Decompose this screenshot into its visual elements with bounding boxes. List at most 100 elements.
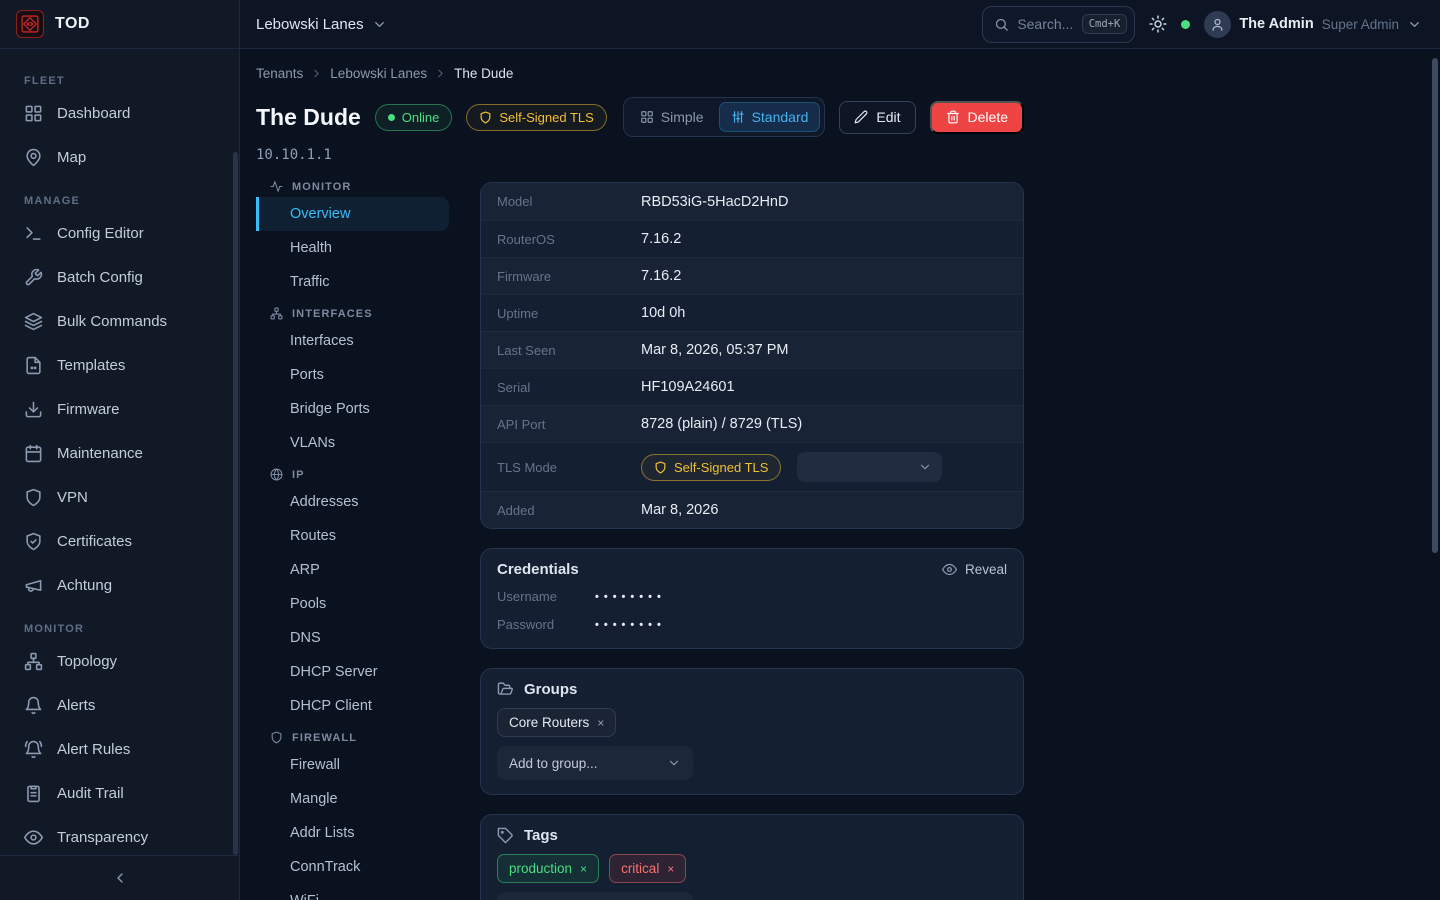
group-chips: Core Routers × xyxy=(497,708,1007,737)
subnav-item-dns[interactable]: DNS xyxy=(256,621,449,655)
subnav-item-interfaces[interactable]: Interfaces xyxy=(256,324,449,358)
bell-ring-icon xyxy=(24,740,43,759)
subnav-item-conntrack[interactable]: ConnTrack xyxy=(256,850,449,884)
eye-icon xyxy=(24,828,43,847)
calendar-icon xyxy=(24,444,43,463)
breadcrumb-tenants[interactable]: Tenants xyxy=(256,66,303,81)
delete-button[interactable]: Delete xyxy=(930,101,1024,134)
user-role: Super Admin xyxy=(1322,17,1399,32)
masked-username: •••••••• xyxy=(595,591,666,603)
subnav-item-pools[interactable]: Pools xyxy=(256,587,449,621)
subnav-item-vlans[interactable]: VLANs xyxy=(256,426,449,460)
credentials-card: Credentials Reveal Username •••••••• xyxy=(480,548,1024,649)
subnav-item-arp[interactable]: ARP xyxy=(256,553,449,587)
subnav-item-addresses[interactable]: Addresses xyxy=(256,485,449,519)
view-standard-label: Standard xyxy=(752,109,809,125)
trash-icon xyxy=(946,110,960,124)
sidebar-collapse-button[interactable] xyxy=(0,855,239,900)
tls-badge-label: Self-Signed TLS xyxy=(499,110,593,125)
sidebar-item-transparency[interactable]: Transparency xyxy=(12,815,227,855)
tag-chip-critical: critical × xyxy=(609,854,686,883)
view-toggle: Simple Standard xyxy=(623,97,826,137)
folder-icon xyxy=(497,681,514,698)
detail-row-last-seen: Last Seen Mar 8, 2026, 05:37 PM xyxy=(481,331,1023,368)
user-menu[interactable]: The Admin Super Admin xyxy=(1204,11,1422,38)
sidebar-item-bulk-commands[interactable]: Bulk Commands xyxy=(12,299,227,343)
online-dot-icon xyxy=(388,114,395,121)
sidebar-scrollbar[interactable] xyxy=(233,152,238,855)
subnav-item-ports[interactable]: Ports xyxy=(256,358,449,392)
reveal-button[interactable]: Reveal xyxy=(942,562,1007,577)
sidebar-item-batch-config[interactable]: Batch Config xyxy=(12,255,227,299)
sidebar-item-maintenance[interactable]: Maintenance xyxy=(12,431,227,475)
detail-row-api-port: API Port 8728 (plain) / 8729 (TLS) xyxy=(481,405,1023,442)
sidebar-item-label: Certificates xyxy=(57,533,132,550)
theme-toggle-button[interactable] xyxy=(1149,15,1167,33)
sidebar-item-label: Maintenance xyxy=(57,445,143,462)
sidebar-item-vpn[interactable]: VPN xyxy=(12,475,227,519)
sidebar-item-templates[interactable]: Templates xyxy=(12,343,227,387)
view-standard-button[interactable]: Standard xyxy=(719,102,821,132)
sidebar-item-label: Topology xyxy=(57,653,117,670)
subnav-item-health[interactable]: Health xyxy=(256,231,449,265)
sidebar-item-achtung[interactable]: Achtung xyxy=(12,563,227,607)
tls-mode-badge: Self-Signed TLS xyxy=(641,454,781,481)
search-input[interactable]: Search... Cmd+K xyxy=(982,6,1135,43)
sidebar-item-config-editor[interactable]: Config Editor xyxy=(12,211,227,255)
subnav-item-dhcp-client[interactable]: DHCP Client xyxy=(256,689,449,723)
page-header: The Dude Online Self-Signed TLS Si xyxy=(256,97,1024,137)
sidebar-item-alert-rules[interactable]: Alert Rules xyxy=(12,727,227,771)
subnav-item-mangle[interactable]: Mangle xyxy=(256,782,449,816)
status-badge: Online xyxy=(375,104,453,131)
tags-header: Tags xyxy=(497,827,1007,844)
sidebar-item-certificates[interactable]: Certificates xyxy=(12,519,227,563)
add-tag-select[interactable]: Add tag... xyxy=(497,892,693,900)
bell-icon xyxy=(24,696,43,715)
shield-icon xyxy=(654,461,667,474)
subnav-item-wifi[interactable]: WiFi xyxy=(256,884,449,900)
view-simple-button[interactable]: Simple xyxy=(628,102,716,132)
sidebar-nav: FLEET Dashboard Map MANAGE Config Editor xyxy=(0,49,239,855)
subnav-item-addr-lists[interactable]: Addr Lists xyxy=(256,816,449,850)
sidebar-section-monitor: MONITOR xyxy=(24,623,215,635)
page-content: Tenants Lebowski Lanes The Dude The Dude… xyxy=(240,49,1440,900)
connection-status-dot xyxy=(1181,20,1190,29)
group-chip: Core Routers × xyxy=(497,708,616,737)
tenant-name: Lebowski Lanes xyxy=(256,16,364,33)
remove-tag-icon[interactable]: × xyxy=(580,862,587,876)
detail-row-uptime: Uptime 10d 0h xyxy=(481,294,1023,331)
tag-icon xyxy=(497,827,514,844)
sidebar-item-audit-trail[interactable]: Audit Trail xyxy=(12,771,227,815)
sidebar-item-label: Achtung xyxy=(57,577,112,594)
download-icon xyxy=(24,400,43,419)
search-shortcut-badge: Cmd+K xyxy=(1082,14,1128,34)
add-group-select[interactable]: Add to group... xyxy=(497,746,693,780)
avatar xyxy=(1204,11,1231,38)
sidebar-item-label: VPN xyxy=(57,489,88,506)
tenant-selector[interactable]: Lebowski Lanes xyxy=(256,16,387,33)
brand-name: TOD xyxy=(55,15,90,33)
subnav-section-ip: IP xyxy=(256,468,449,481)
subnav-item-dhcp-server[interactable]: DHCP Server xyxy=(256,655,449,689)
remove-group-icon[interactable]: × xyxy=(597,716,604,730)
subnav-item-bridge-ports[interactable]: Bridge Ports xyxy=(256,392,449,426)
sidebar-item-topology[interactable]: Topology xyxy=(12,639,227,683)
tls-mode-select[interactable] xyxy=(797,452,942,482)
masked-password: •••••••• xyxy=(595,619,666,631)
sidebar-item-label: Templates xyxy=(57,357,125,374)
subnav-item-routes[interactable]: Routes xyxy=(256,519,449,553)
chevron-down-icon xyxy=(372,17,387,32)
breadcrumb-tenant[interactable]: Lebowski Lanes xyxy=(330,66,427,81)
subnav-item-traffic[interactable]: Traffic xyxy=(256,265,449,299)
subnav-item-firewall[interactable]: Firewall xyxy=(256,748,449,782)
sidebar-item-firmware[interactable]: Firmware xyxy=(12,387,227,431)
remove-tag-icon[interactable]: × xyxy=(667,862,674,876)
main-scrollbar[interactable] xyxy=(1432,58,1438,553)
edit-button[interactable]: Edit xyxy=(839,101,915,134)
sidebar-item-map[interactable]: Map xyxy=(12,135,227,179)
sidebar-item-dashboard[interactable]: Dashboard xyxy=(12,91,227,135)
eye-icon xyxy=(942,562,957,577)
sidebar-item-alerts[interactable]: Alerts xyxy=(12,683,227,727)
subnav-item-overview[interactable]: Overview xyxy=(256,197,449,231)
detail-row-routeros: RouterOS 7.16.2 xyxy=(481,220,1023,257)
